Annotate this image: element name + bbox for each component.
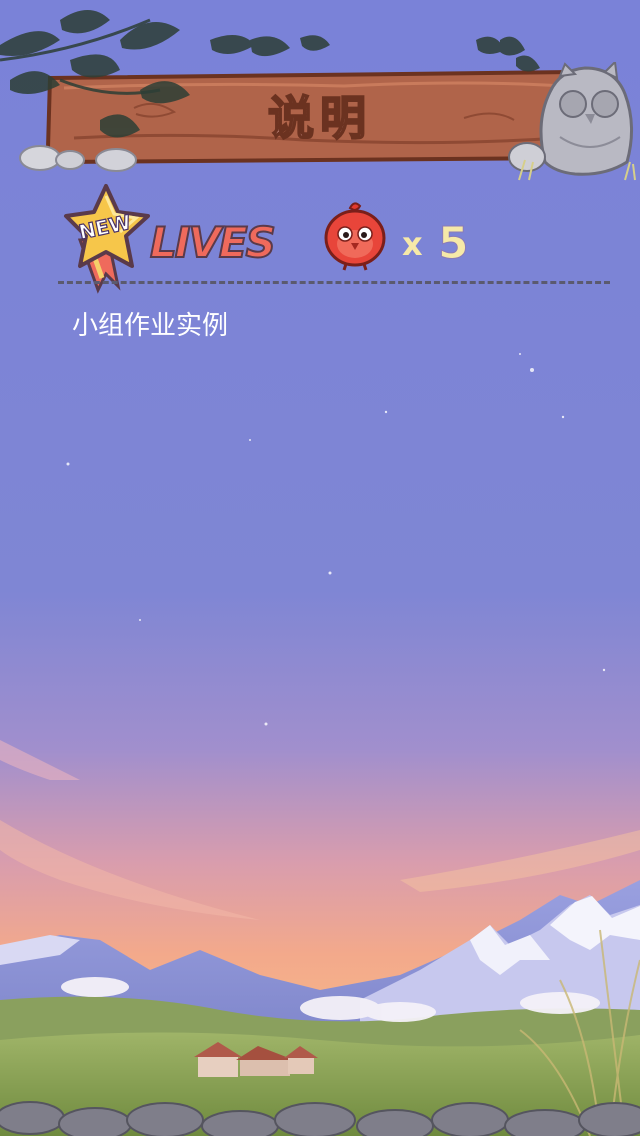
red-bird-icon xyxy=(324,202,386,271)
new-star-ribbon-icon: NEW xyxy=(64,184,150,294)
dashed-divider xyxy=(58,281,610,284)
description-text: 小组作业实例 xyxy=(72,311,229,341)
lives-count: 5 xyxy=(438,218,470,270)
lives-label: LIVES xyxy=(149,217,277,268)
lives-multiplier: x xyxy=(402,225,423,263)
game-screen: 说明 NEW LIVES x 5 小组作业实例 xyxy=(0,0,640,1136)
leaves-decoration xyxy=(0,10,540,138)
